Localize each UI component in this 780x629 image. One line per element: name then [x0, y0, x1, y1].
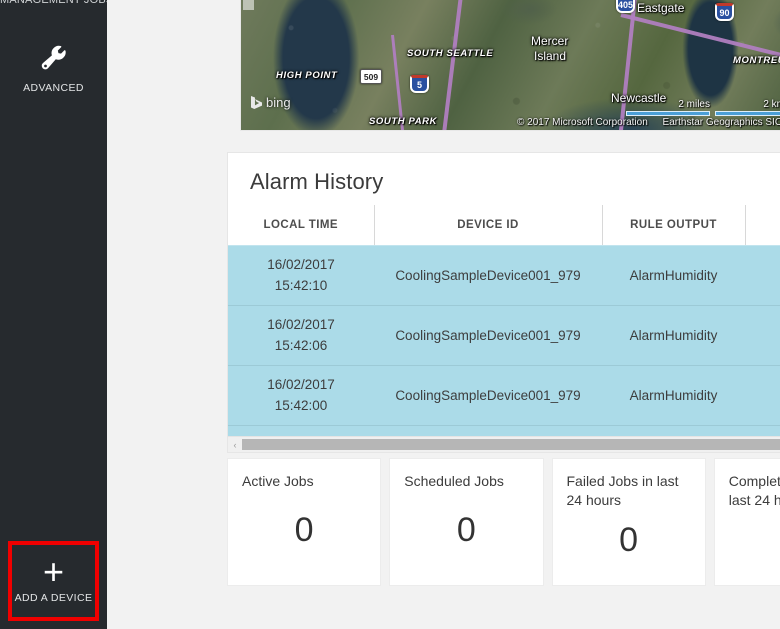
column-header-local-time[interactable]: LOCAL TIME: [228, 205, 375, 245]
map-satellite-imagery[interactable]: SOUTH SEATTLE HIGH POINT SOUTH PARK MONT…: [241, 0, 780, 130]
table-row[interactable]: 16/02/2017 15:42:00 CoolingSampleDevice0…: [228, 365, 780, 426]
kpi-label: Active Jobs: [242, 473, 314, 489]
scroll-left-icon[interactable]: ‹: [228, 437, 242, 452]
kpi-value: 0: [456, 511, 476, 550]
wrench-icon: [39, 43, 69, 77]
horizontal-scroll-thumb[interactable]: [242, 439, 780, 450]
map-scale-miles-label: 2 miles: [678, 99, 710, 110]
cell-device-id: CoolingSampleDevice001_979: [374, 305, 602, 366]
map-label-south-seattle: SOUTH SEATTLE: [407, 48, 494, 59]
kpi-tile-active-jobs[interactable]: Active Jobs 0: [227, 458, 382, 586]
cell-device-id: CoolingSampleDevice001_979: [374, 365, 602, 426]
alarm-history-card: Alarm History LOCAL TIME DEVICE ID RULE …: [227, 152, 780, 453]
cell-local-time: 16/02/2017 15:42:06: [228, 305, 374, 366]
kpi-label: Completed Jobs in last 24 hours: [728, 473, 780, 508]
table-header-row: LOCAL TIME DEVICE ID RULE OUTPUT VALUE: [228, 205, 780, 245]
sidebar: MANAGEMENT JOBS ADVANCED + ADD A DEVICE: [0, 0, 107, 629]
kpi-label: Failed Jobs in last 24 hours: [566, 473, 679, 508]
sidebar-item-advanced-label: ADVANCED: [23, 82, 84, 95]
jobs-kpi-row: Active Jobs 0 Scheduled Jobs 0 Failed Jo…: [227, 458, 780, 586]
map-scale-km-label: 2 km: [763, 99, 780, 110]
main-content: SOUTH SEATTLE HIGH POINT SOUTH PARK MONT…: [107, 0, 780, 629]
device-map-card[interactable]: SOUTH SEATTLE HIGH POINT SOUTH PARK MONT…: [240, 0, 780, 131]
alarm-history-table-wrap: LOCAL TIME DEVICE ID RULE OUTPUT VALUE: [228, 205, 780, 452]
kpi-tile-failed-jobs[interactable]: Failed Jobs in last 24 hours 0: [551, 458, 706, 586]
cell-rule-output: AlarmHumidity: [602, 305, 745, 366]
kpi-tile-scheduled-jobs[interactable]: Scheduled Jobs 0: [389, 458, 544, 586]
alarm-history-rows-viewport[interactable]: 16/02/2017 15:42:10 CoolingSampleDevice0…: [228, 245, 780, 443]
sidebar-top-cut-label: MANAGEMENT JOBS: [0, 0, 107, 6]
sidebar-item-advanced[interactable]: ADVANCED: [0, 38, 107, 100]
kpi-value: 4: [729, 510, 780, 575]
cell-time: 15:42:06: [274, 337, 328, 353]
map-shield-i405: 405: [616, 0, 635, 13]
cell-time: 15:42:10: [274, 277, 328, 293]
plus-icon: +: [42, 551, 65, 593]
bing-logo-text: bing: [266, 95, 291, 110]
map-label-eastgate: Eastgate: [637, 1, 685, 15]
cell-date: 16/02/2017: [267, 257, 335, 273]
cell-date: 16/02/2017: [267, 377, 335, 393]
cell-value: 49.25: [745, 245, 780, 306]
alarm-history-header-table: LOCAL TIME DEVICE ID RULE OUTPUT VALUE: [228, 205, 780, 245]
map-shield-i5: 5: [410, 75, 429, 93]
alarm-history-body-table: 16/02/2017 15:42:10 CoolingSampleDevice0…: [228, 245, 780, 443]
map-label-montreux: MONTREUX: [733, 55, 780, 66]
cell-device-id: CoolingSampleDevice001_979: [374, 245, 602, 306]
map-scale-km-bar: [715, 111, 780, 116]
cell-local-time: 16/02/2017 15:42:10: [228, 245, 374, 306]
map-control-icon[interactable]: [243, 0, 254, 10]
table-horizontal-scrollbar[interactable]: ‹ ›: [228, 436, 780, 452]
map-label-island: Island: [534, 49, 567, 63]
map-label-high-point: HIGH POINT: [276, 70, 338, 81]
dashboard-page: MANAGEMENT JOBS ADVANCED + ADD A DEVICE: [0, 0, 780, 629]
alarm-history-title: Alarm History: [250, 169, 384, 194]
column-header-value[interactable]: VALUE: [745, 205, 780, 245]
add-a-device-button[interactable]: + ADD A DEVICE: [8, 541, 99, 621]
cell-value: 49.25: [745, 305, 780, 366]
cell-time: 15:42:00: [274, 397, 328, 413]
map-attribution-microsoft: © 2017 Microsoft Corporation: [517, 117, 648, 128]
kpi-value: 0: [294, 511, 314, 550]
kpi-tile-completed-jobs[interactable]: Completed Jobs in last 24 hours 4: [713, 458, 780, 586]
column-header-rule-output[interactable]: RULE OUTPUT: [602, 205, 746, 245]
map-shield-i90: 90: [715, 3, 734, 21]
map-label-south-park: SOUTH PARK: [369, 116, 438, 127]
map-shield-509: 509: [360, 69, 382, 84]
cell-date: 16/02/2017: [267, 317, 335, 333]
map-scale-miles: 2 miles: [626, 100, 710, 116]
map-scale-miles-bar: [626, 111, 710, 116]
table-row[interactable]: 16/02/2017 15:42:06 CoolingSampleDevice0…: [228, 305, 780, 366]
map-scale-km: 2 km: [715, 100, 780, 116]
kpi-label: Scheduled Jobs: [404, 473, 504, 489]
map-attribution-earthstar: Earthstar Geographics SIO: [662, 117, 780, 128]
table-row[interactable]: 16/02/2017 15:42:10 CoolingSampleDevice0…: [228, 245, 780, 306]
add-a-device-label: ADD A DEVICE: [14, 592, 93, 605]
map-attribution: © 2017 Microsoft Corporation Earthstar G…: [517, 117, 780, 128]
content-bottom-strip: [107, 613, 780, 629]
cell-value: 48.86: [745, 365, 780, 426]
kpi-value: 0: [619, 520, 639, 559]
cell-rule-output: AlarmHumidity: [602, 245, 745, 306]
column-header-device-id[interactable]: DEVICE ID: [374, 205, 603, 245]
bing-logo[interactable]: bing: [251, 95, 291, 110]
cell-rule-output: AlarmHumidity: [602, 365, 745, 426]
map-label-mercer: Mercer: [531, 34, 569, 48]
bing-mark-icon: [251, 96, 262, 109]
cell-local-time: 16/02/2017 15:42:00: [228, 365, 374, 426]
